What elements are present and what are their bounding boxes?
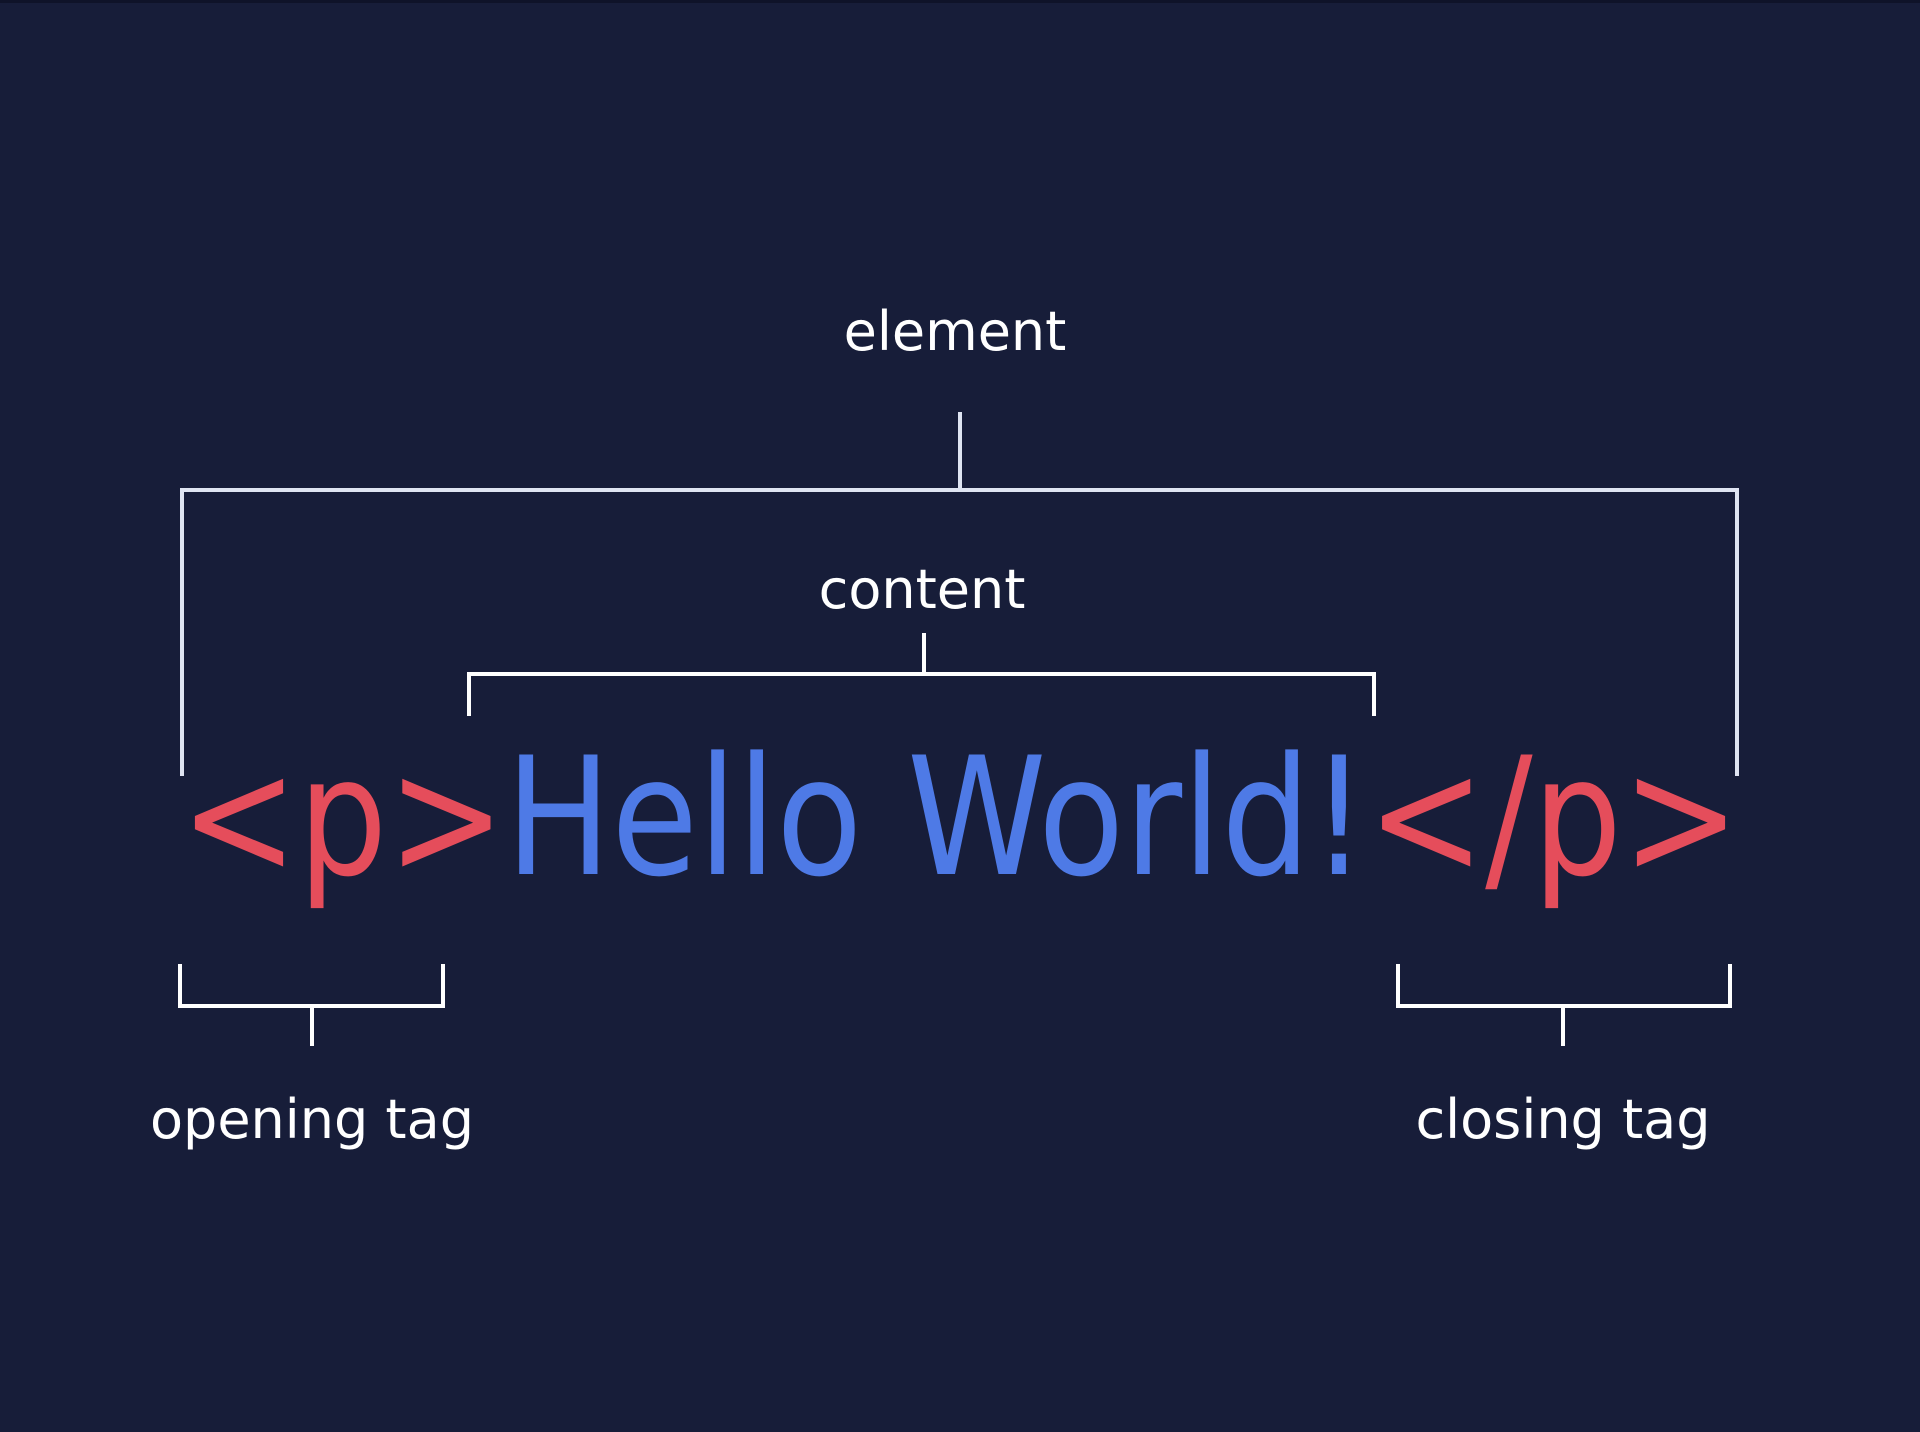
closing-tag-code: </p> (1367, 722, 1740, 913)
closing-tag-label: closing tag (1415, 1088, 1710, 1151)
opening-tag-bracket (178, 964, 445, 1046)
content-bracket (467, 633, 1376, 716)
opening-tag-code: <p> (180, 722, 505, 913)
content-label: content (819, 558, 1026, 621)
html-element-anatomy-diagram: element content <p>Hello World!</p> open… (150, 300, 1740, 1151)
element-label: element (844, 300, 1067, 363)
opening-tag-label: opening tag (150, 1088, 474, 1151)
code-line: <p>Hello World!</p> (180, 722, 1740, 913)
content-code: Hello World! (505, 722, 1367, 913)
closing-tag-bracket (1396, 964, 1732, 1046)
